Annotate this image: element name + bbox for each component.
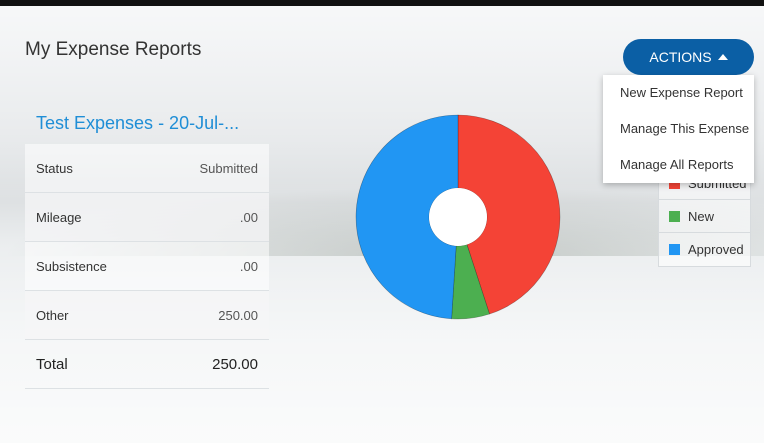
legend-swatch: [669, 210, 680, 222]
report-card: Test Expenses - 20-Jul-... Status Submit…: [25, 102, 269, 389]
row-label: Mileage: [25, 192, 156, 242]
donut-hole: [429, 188, 487, 246]
row-value: Submitted: [155, 144, 269, 193]
status-donut-chart: [355, 114, 561, 320]
expense-reports-widget: My Expense Reports ACTIONS New Expense R…: [0, 0, 764, 443]
row-value: .00: [155, 192, 269, 242]
table-row: Status Submitted: [25, 144, 269, 193]
legend-item-approved[interactable]: Approved: [659, 233, 750, 266]
row-label: Subsistence: [25, 241, 156, 291]
legend-label: New: [688, 208, 715, 224]
table-row: Other 250.00: [25, 290, 269, 340]
total-value: 250.00: [155, 339, 269, 389]
menu-item-manage-all-reports[interactable]: Manage All Reports: [603, 147, 754, 183]
total-row: Total 250.00: [25, 339, 269, 389]
legend-swatch: [669, 244, 680, 255]
row-value: .00: [155, 241, 269, 291]
table-row: Subsistence .00: [25, 241, 269, 291]
legend-label: Approved: [688, 242, 744, 257]
page-title: My Expense Reports: [25, 39, 202, 60]
menu-item-new-expense-report[interactable]: New Expense Report: [603, 75, 754, 111]
row-value: 250.00: [155, 290, 269, 340]
table-row: Mileage .00: [25, 192, 269, 242]
report-summary-table: Status Submitted Mileage .00 Subsistence…: [25, 144, 269, 389]
caret-up-icon: [717, 54, 728, 60]
menu-item-manage-this-expense[interactable]: Manage This Expense: [603, 111, 754, 147]
actions-button[interactable]: ACTIONS: [623, 39, 754, 75]
legend-item-new[interactable]: New: [659, 200, 750, 233]
row-label: Other: [25, 290, 156, 340]
actions-dropdown-menu: New Expense Report Manage This Expense M…: [603, 75, 754, 183]
total-label: Total: [25, 339, 156, 389]
actions-button-label: ACTIONS: [649, 49, 712, 65]
row-label: Status: [25, 144, 156, 193]
report-title-link[interactable]: Test Expenses - 20-Jul-...: [25, 102, 269, 144]
donut-chart-svg: [355, 114, 561, 320]
